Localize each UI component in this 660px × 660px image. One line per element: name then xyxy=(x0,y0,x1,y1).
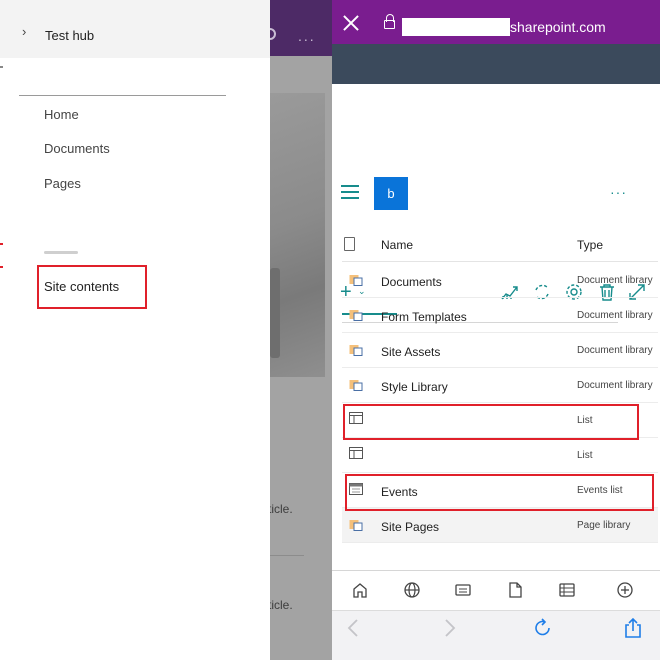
row-type: Document library xyxy=(577,310,653,321)
screenshot-page: › Test hub Home Documents Pages Site con… xyxy=(0,0,660,660)
column-header-type[interactable]: Type xyxy=(577,238,603,252)
library-icon xyxy=(349,380,363,391)
background-icon xyxy=(270,28,276,40)
row-type: Document library xyxy=(577,345,653,356)
library-icon xyxy=(349,520,363,531)
close-icon[interactable] xyxy=(342,14,360,32)
background-hero-image xyxy=(270,93,325,377)
hamburger-menu-icon[interactable] xyxy=(341,185,359,199)
list-icon xyxy=(349,447,363,459)
url-domain[interactable]: sharepoint.com xyxy=(510,19,606,35)
browser-url-bar: sharepoint.com xyxy=(332,0,660,44)
background-snippet: rticle. xyxy=(270,598,293,612)
row-name[interactable]: Site Pages xyxy=(381,520,439,534)
library-icon xyxy=(349,275,363,286)
suite-bar: ··· MA xyxy=(332,44,660,122)
news-icon[interactable] xyxy=(454,581,472,599)
add-circle-icon[interactable] xyxy=(616,581,634,599)
highlight-events-row xyxy=(345,474,654,511)
more-icon: ... xyxy=(298,28,316,44)
column-header-name[interactable]: Name xyxy=(381,238,413,252)
mobile-browser: sharepoint.com ··· MA b xyxy=(332,0,660,660)
dimmed-background-page: ... rticle. rticle. xyxy=(270,0,332,660)
list-row-documents[interactable]: Documents Document library xyxy=(342,263,658,298)
chevron-right-icon: › xyxy=(22,24,27,39)
app-bottom-bar xyxy=(332,570,660,610)
highlight-site-contents xyxy=(37,265,147,309)
background-suite-bar: ... xyxy=(270,0,332,56)
list-row-style-library[interactable]: Style Library Document library xyxy=(342,368,658,403)
list-row-redacted-list[interactable]: List xyxy=(342,438,658,473)
lock-icon xyxy=(384,14,395,29)
highlight-list-row xyxy=(343,404,639,440)
row-name[interactable]: Documents xyxy=(381,275,442,289)
row-name[interactable]: Form Templates xyxy=(381,310,467,324)
redacted-list-name[interactable] xyxy=(381,456,427,464)
command-bar: + ⌄ xyxy=(332,136,660,323)
edge-red-mark xyxy=(0,266,3,268)
hub-nav-item[interactable]: › Test hub xyxy=(0,0,270,58)
document-icon[interactable] xyxy=(506,581,524,599)
row-type: Document library xyxy=(577,275,653,286)
site-navigation-panel: › Test hub Home Documents Pages Site con… xyxy=(0,0,270,660)
edge-red-mark xyxy=(0,243,3,245)
redacted-url xyxy=(402,18,510,36)
nav-divider xyxy=(19,95,226,96)
refresh-icon[interactable] xyxy=(532,617,554,639)
site-header: b ··· xyxy=(332,84,660,210)
list-row-form-templates[interactable]: Form Templates Document library xyxy=(342,298,658,333)
list-row-site-assets[interactable]: Site Assets Document library xyxy=(342,333,658,368)
nav-link-documents[interactable]: Documents xyxy=(44,141,110,156)
row-type: Page library xyxy=(577,520,631,531)
share-icon[interactable] xyxy=(622,617,644,639)
hub-label: Test hub xyxy=(45,28,95,43)
row-type: Document library xyxy=(577,380,653,391)
row-name[interactable]: Site Assets xyxy=(381,345,440,359)
nav-link-home[interactable]: Home xyxy=(44,107,79,122)
nav-link-obscured[interactable] xyxy=(44,248,78,254)
globe-icon[interactable] xyxy=(403,581,421,599)
site-more-icon[interactable]: ··· xyxy=(610,184,627,200)
forward-arrow-icon[interactable] xyxy=(438,617,460,639)
library-icon xyxy=(349,345,363,356)
back-arrow-icon[interactable] xyxy=(343,617,365,639)
file-type-icon[interactable] xyxy=(344,237,355,251)
background-divider xyxy=(270,555,304,556)
nav-link-pages[interactable]: Pages xyxy=(44,176,81,191)
library-icon xyxy=(349,310,363,321)
browser-toolbar xyxy=(332,610,660,660)
home-icon[interactable] xyxy=(351,581,369,599)
row-name[interactable]: Style Library xyxy=(381,380,448,394)
list-row-site-pages[interactable]: Site Pages Page library xyxy=(342,508,658,543)
row-type: List xyxy=(577,450,593,461)
background-snippet: rticle. xyxy=(270,502,293,516)
lists-icon[interactable] xyxy=(558,581,576,599)
background-figure xyxy=(270,268,280,358)
